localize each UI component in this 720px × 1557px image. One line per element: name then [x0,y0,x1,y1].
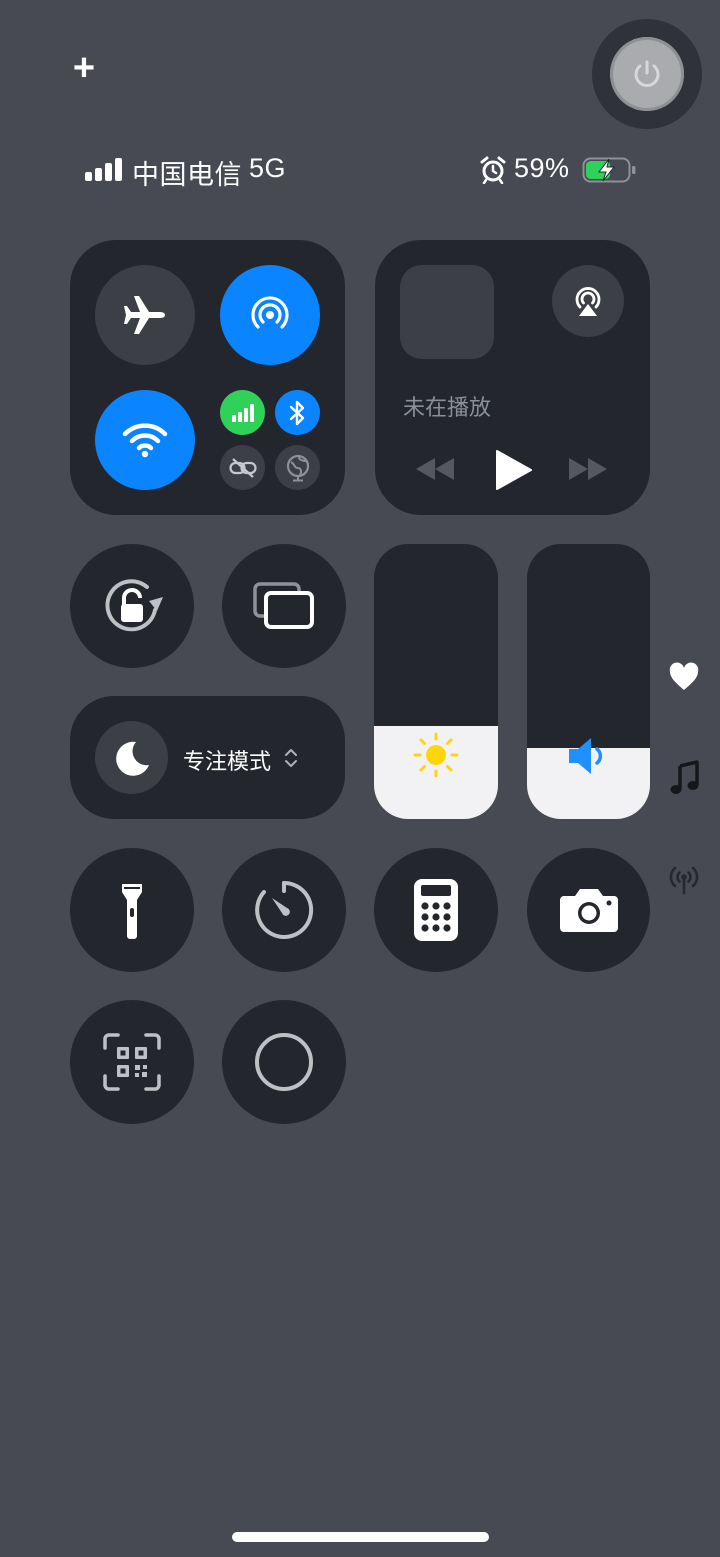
link-icon [228,457,257,478]
orientation-lock-button[interactable] [70,544,194,668]
airdrop-toggle[interactable] [220,265,320,365]
globe-satellite-icon [286,454,309,481]
camera-icon [559,889,618,932]
album-artwork-placeholder [400,265,494,359]
cellular-bars-icon [231,403,254,422]
camera-button[interactable] [527,848,650,972]
cellular-data-toggle[interactable] [220,390,265,435]
screen-mirroring-button[interactable] [222,544,346,668]
wifi-toggle[interactable] [95,390,195,490]
screen-mirroring-icon [253,582,314,629]
flashlight-button[interactable] [70,848,194,972]
qr-code-icon [103,1033,161,1091]
rewind-icon[interactable] [414,456,456,482]
airplane-icon [124,296,165,334]
calculator-button[interactable] [374,848,498,972]
speaker-icon [569,738,603,774]
focus-mode-label: 专注模式 [183,749,272,774]
power-icon [634,60,660,87]
airplay-icon [575,287,601,316]
calculator-icon [414,879,458,941]
fast-forward-icon[interactable] [567,456,609,482]
heart-icon[interactable] [668,662,700,692]
timer-button[interactable] [222,848,346,972]
bluetooth-toggle[interactable] [275,390,320,435]
flashlight-icon [122,884,142,939]
focus-mode-button[interactable]: 专注模式 [70,696,345,819]
play-icon[interactable] [493,448,533,492]
bluetooth-icon [289,400,304,425]
add-control-button[interactable]: + [62,48,106,92]
battery-charging-icon [582,157,636,183]
network-type: 5G [249,153,287,183]
carrier-name: 中国电信 [132,160,242,190]
sun-icon [413,732,459,778]
broadcast-icon[interactable] [667,864,701,896]
wifi-icon [122,423,168,458]
connectivity-panel [70,240,345,515]
now-playing-status: 未在播放 [403,395,492,420]
volume-slider[interactable] [527,544,650,819]
signal-strength-icon [85,158,122,181]
airplane-mode-toggle[interactable] [95,265,195,365]
chevron-up-down-icon [285,749,297,767]
airplay-button[interactable] [552,265,624,337]
qr-code-scanner-button[interactable] [70,1000,194,1124]
home-indicator[interactable] [232,1532,489,1542]
focus-moon-circle [95,721,168,794]
add-icon: + [72,47,96,89]
brightness-slider[interactable] [374,544,498,819]
status-bar: 中国电信 5G 59% [84,150,644,190]
satellite-toggle[interactable] [275,445,320,490]
alarm-icon [480,156,506,184]
vpn-link-toggle[interactable] [220,445,265,490]
airdrop-icon [251,296,289,329]
screen-recording-button[interactable] [222,1000,346,1124]
moon-icon [115,741,149,776]
now-playing-panel[interactable]: 未在播放 [375,240,650,515]
timer-icon [255,880,314,939]
rotation-lock-icon [105,579,163,632]
battery-percentage: 59% [514,153,570,183]
record-icon [255,1033,313,1091]
music-note-icon[interactable] [669,760,699,796]
power-button[interactable] [592,19,702,129]
